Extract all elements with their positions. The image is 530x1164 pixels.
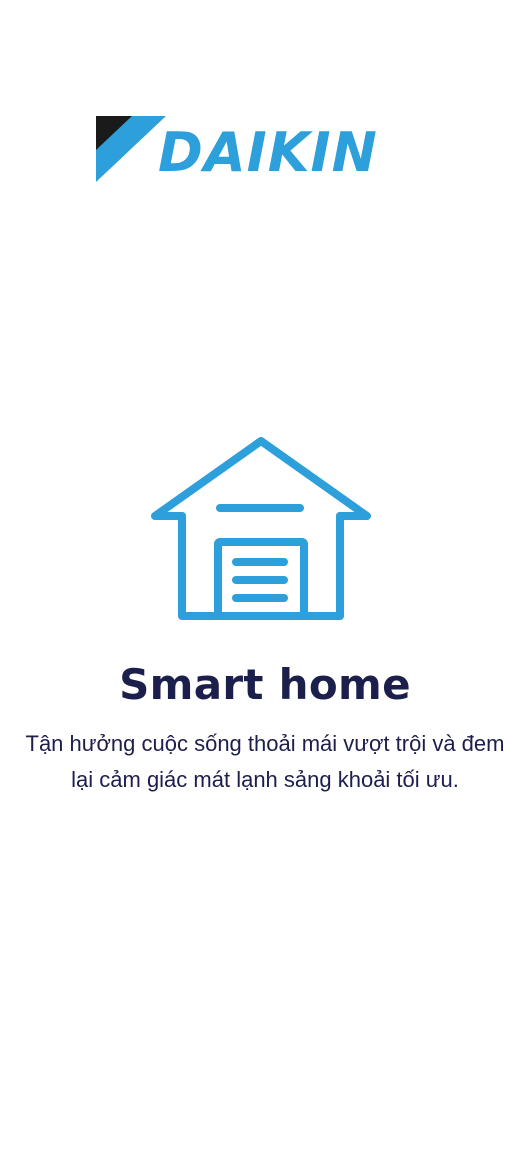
daikin-logo: DAIKIN: [96, 116, 426, 184]
daikin-logo-icon: DAIKIN: [96, 116, 378, 184]
feature-description: Tận hưởng cuộc sống thoải mái vượt trội …: [25, 731, 505, 792]
house-garage-icon: [151, 437, 371, 620]
logo-wordmark: DAIKIN: [158, 121, 378, 184]
feature-title: Smart home: [119, 660, 411, 709]
smart-home-icon: [150, 436, 372, 624]
